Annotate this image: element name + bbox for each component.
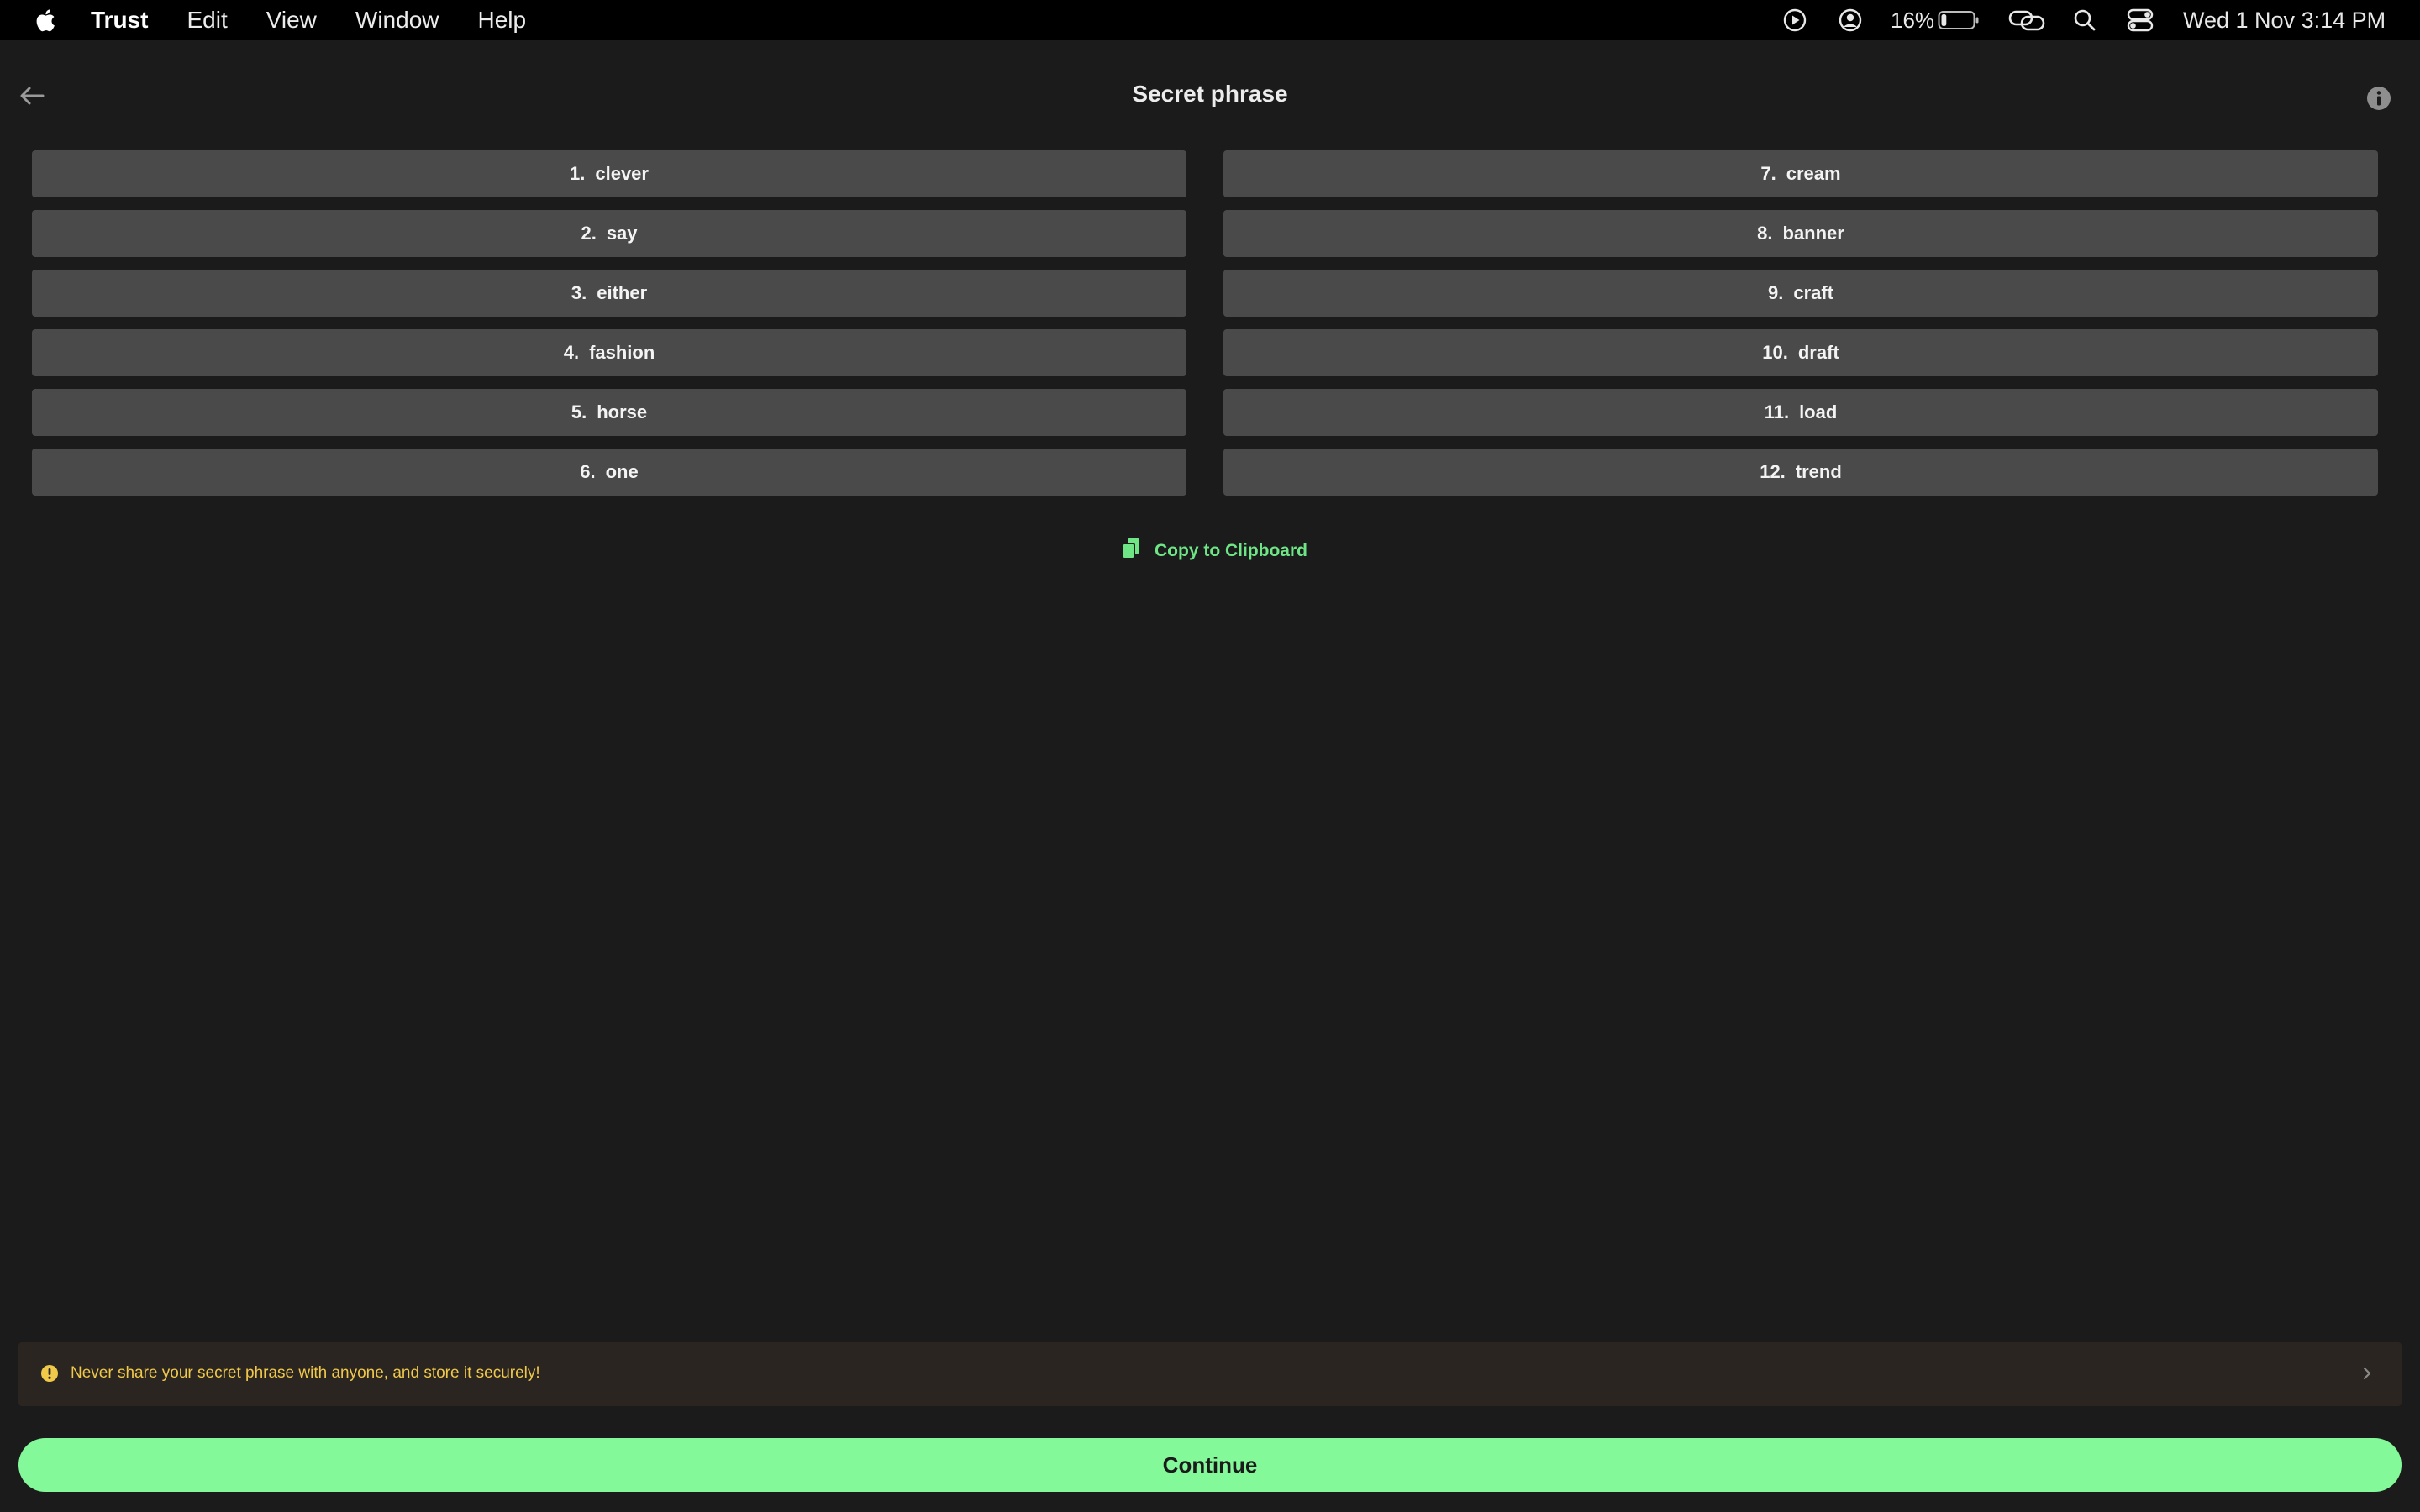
control-center-icon[interactable] — [2126, 0, 2154, 40]
word-number: 8. — [1757, 223, 1773, 244]
continue-button[interactable]: Continue — [18, 1438, 2402, 1492]
word-number: 12. — [1760, 461, 1786, 482]
play-circle-icon[interactable] — [1781, 0, 1808, 40]
copy-to-clipboard-button[interactable]: Copy to Clipboard — [1121, 538, 1307, 564]
word-text: clever — [595, 163, 649, 184]
phrase-word-5: 5. horse — [32, 389, 1186, 436]
word-text: cream — [1786, 163, 1841, 184]
menu-bar: Trust Edit View Window Help 16% Wed 1 No… — [0, 0, 2420, 40]
user-circle-icon[interactable] — [1837, 0, 1864, 40]
page-title: Secret phrase — [1132, 81, 1288, 107]
word-number: 9. — [1767, 282, 1784, 303]
exclamation-icon — [40, 1364, 59, 1387]
menu-edit[interactable]: Edit — [187, 7, 227, 34]
chevron-right-icon — [2361, 1364, 2373, 1387]
info-button[interactable] — [2366, 86, 2391, 111]
phrase-word-9: 9. craft — [1223, 270, 2378, 317]
word-text: trend — [1795, 461, 1842, 482]
phrase-word-12: 12. trend — [1223, 449, 2378, 496]
word-text: horse — [597, 402, 648, 423]
word-text: craft — [1793, 282, 1834, 303]
word-number: 10. — [1762, 342, 1788, 363]
word-text: fashion — [589, 342, 655, 363]
word-text: load — [1799, 402, 1838, 423]
link-icon[interactable] — [2008, 0, 2045, 40]
word-text: either — [597, 282, 648, 303]
word-number: 6. — [580, 461, 596, 482]
word-number: 5. — [571, 402, 587, 423]
battery-icon[interactable] — [1938, 0, 1980, 40]
phrase-word-10: 10. draft — [1223, 329, 2378, 376]
phrase-word-2: 2. say — [32, 210, 1186, 257]
word-number: 4. — [563, 342, 580, 363]
warning-text: Never share your secret phrase with anyo… — [71, 1364, 540, 1382]
word-number: 7. — [1760, 163, 1776, 184]
info-icon — [2366, 87, 2391, 114]
word-number: 1. — [570, 163, 586, 184]
phrase-word-7: 7. cream — [1223, 150, 2378, 197]
menu-window[interactable]: Window — [355, 7, 439, 34]
word-number: 3. — [571, 282, 587, 303]
phrase-word-6: 6. one — [32, 449, 1186, 496]
phrase-word-3: 3. either — [32, 270, 1186, 317]
menu-help[interactable]: Help — [478, 7, 527, 34]
word-text: one — [605, 461, 639, 482]
menu-clock[interactable]: Wed 1 Nov 3:14 PM — [2183, 0, 2386, 40]
word-number: 2. — [581, 223, 597, 244]
battery-percent: 16% — [1891, 7, 1935, 33]
phrase-word-11: 11. load — [1223, 389, 2378, 436]
phrase-word-1: 1. clever — [32, 150, 1186, 197]
copy-icon — [1121, 537, 1155, 565]
phrase-word-8: 8. banner — [1223, 210, 2378, 257]
menu-app-name[interactable]: Trust — [91, 7, 148, 34]
search-icon[interactable] — [2072, 0, 2097, 40]
security-warning-banner[interactable]: Never share your secret phrase with anyo… — [18, 1342, 2402, 1406]
copy-label: Copy to Clipboard — [1155, 541, 1307, 560]
word-text: draft — [1797, 342, 1839, 363]
word-text: say — [606, 223, 638, 244]
apple-logo-icon[interactable] — [32, 5, 60, 35]
word-number: 11. — [1764, 402, 1790, 423]
menu-view[interactable]: View — [266, 7, 317, 34]
phrase-word-4: 4. fashion — [32, 329, 1186, 376]
word-text: banner — [1782, 223, 1844, 244]
